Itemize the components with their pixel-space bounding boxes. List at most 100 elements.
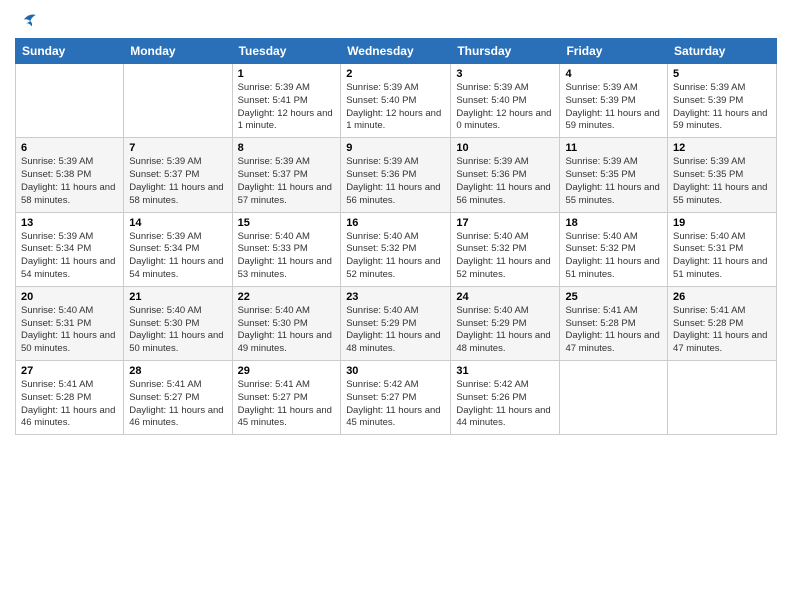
day-number: 18: [565, 217, 662, 229]
weekday-header-monday: Monday: [124, 39, 232, 64]
day-number: 8: [238, 142, 336, 154]
day-info: Sunrise: 5:39 AMSunset: 5:34 PMDaylight:…: [129, 231, 226, 282]
day-info: Sunrise: 5:41 AMSunset: 5:27 PMDaylight:…: [238, 379, 336, 430]
logo-bird-icon: [17, 10, 37, 30]
calendar-cell: 10 Sunrise: 5:39 AMSunset: 5:36 PMDayligh…: [451, 138, 560, 212]
day-number: 30: [346, 365, 445, 377]
calendar-cell: 31Sunrise: 5:42 AMSunset: 5:26 PMDayligh…: [451, 361, 560, 435]
day-number: 22: [238, 291, 336, 303]
day-number: 16: [346, 217, 445, 229]
calendar-cell: 24 Sunrise: 5:40 AMSunset: 5:29 PMDayligh…: [451, 286, 560, 360]
weekday-header-sunday: Sunday: [16, 39, 124, 64]
day-info: Sunrise: 5:40 AMSunset: 5:30 PMDaylight:…: [129, 305, 226, 356]
day-number: 28: [129, 365, 226, 377]
day-info: Sunrise: 5:40 AMSunset: 5:29 PMDaylight:…: [346, 305, 445, 356]
calendar-cell: [16, 64, 124, 138]
day-info: Sunrise: 5:40 AMSunset: 5:32 PMDaylight:…: [565, 231, 662, 282]
day-number: 2: [346, 68, 445, 80]
calendar-cell: 20 Sunrise: 5:40 AMSunset: 5:31 PMDayligh…: [16, 286, 124, 360]
calendar-cell: 23 Sunrise: 5:40 AMSunset: 5:29 PMDayligh…: [341, 286, 451, 360]
day-number: 24: [456, 291, 554, 303]
calendar-cell: 30 Sunrise: 5:42 AMSunset: 5:27 PMDayligh…: [341, 361, 451, 435]
day-number: 3: [456, 68, 554, 80]
day-number: 19: [673, 217, 771, 229]
weekday-header-tuesday: Tuesday: [232, 39, 341, 64]
day-number: 27: [21, 365, 118, 377]
day-info: Sunrise: 5:40 AMSunset: 5:31 PMDaylight:…: [21, 305, 118, 356]
day-info: Sunrise: 5:40 AMSunset: 5:32 PMDaylight:…: [456, 231, 554, 282]
calendar-cell: 7 Sunrise: 5:39 AMSunset: 5:37 PMDaylight…: [124, 138, 232, 212]
day-info: Sunrise: 5:39 AMSunset: 5:36 PMDaylight:…: [456, 156, 554, 207]
day-number: 15: [238, 217, 336, 229]
day-number: 14: [129, 217, 226, 229]
day-info: Sunrise: 5:39 AMSunset: 5:35 PMDaylight:…: [673, 156, 771, 207]
calendar-cell: 17 Sunrise: 5:40 AMSunset: 5:32 PMDayligh…: [451, 212, 560, 286]
weekday-header-saturday: Saturday: [668, 39, 777, 64]
day-info: Sunrise: 5:41 AMSunset: 5:27 PMDaylight:…: [129, 379, 226, 430]
day-number: 23: [346, 291, 445, 303]
day-info: Sunrise: 5:40 AMSunset: 5:29 PMDaylight:…: [456, 305, 554, 356]
calendar-cell: 19 Sunrise: 5:40 AMSunset: 5:31 PMDayligh…: [668, 212, 777, 286]
day-number: 12: [673, 142, 771, 154]
weekday-header-thursday: Thursday: [451, 39, 560, 64]
day-info: Sunrise: 5:41 AMSunset: 5:28 PMDaylight:…: [21, 379, 118, 430]
calendar-cell: 9Sunrise: 5:39 AMSunset: 5:36 PMDaylight…: [341, 138, 451, 212]
calendar-cell: 29 Sunrise: 5:41 AMSunset: 5:27 PMDayligh…: [232, 361, 341, 435]
logo: [15, 10, 37, 30]
calendar-cell: [124, 64, 232, 138]
day-number: 26: [673, 291, 771, 303]
day-info: Sunrise: 5:42 AMSunset: 5:27 PMDaylight:…: [346, 379, 445, 430]
day-info: Sunrise: 5:39 AMSunset: 5:39 PMDaylight:…: [565, 82, 662, 133]
calendar-cell: 28 Sunrise: 5:41 AMSunset: 5:27 PMDayligh…: [124, 361, 232, 435]
day-number: 20: [21, 291, 118, 303]
page-header: [15, 10, 777, 30]
calendar-cell: 4 Sunrise: 5:39 AMSunset: 5:39 PMDaylight…: [560, 64, 668, 138]
day-info: Sunrise: 5:39 AMSunset: 5:37 PMDaylight:…: [129, 156, 226, 207]
day-number: 10: [456, 142, 554, 154]
weekday-header-wednesday: Wednesday: [341, 39, 451, 64]
calendar-cell: [668, 361, 777, 435]
calendar-cell: 27 Sunrise: 5:41 AMSunset: 5:28 PMDayligh…: [16, 361, 124, 435]
day-info: Sunrise: 5:39 AMSunset: 5:40 PMDaylight:…: [456, 82, 554, 133]
calendar-cell: 25 Sunrise: 5:41 AMSunset: 5:28 PMDayligh…: [560, 286, 668, 360]
day-info: Sunrise: 5:40 AMSunset: 5:33 PMDaylight:…: [238, 231, 336, 282]
day-info: Sunrise: 5:41 AMSunset: 5:28 PMDaylight:…: [673, 305, 771, 356]
day-info: Sunrise: 5:40 AMSunset: 5:30 PMDaylight:…: [238, 305, 336, 356]
day-info: Sunrise: 5:39 AMSunset: 5:35 PMDaylight:…: [565, 156, 662, 207]
day-number: 1: [238, 68, 336, 80]
calendar-table: SundayMondayTuesdayWednesdayThursdayFrid…: [15, 38, 777, 435]
calendar-cell: 3 Sunrise: 5:39 AMSunset: 5:40 PMDaylight…: [451, 64, 560, 138]
day-number: 21: [129, 291, 226, 303]
calendar-cell: 11 Sunrise: 5:39 AMSunset: 5:35 PMDayligh…: [560, 138, 668, 212]
day-info: Sunrise: 5:39 AMSunset: 5:40 PMDaylight:…: [346, 82, 445, 133]
day-info: Sunrise: 5:39 AMSunset: 5:34 PMDaylight:…: [21, 231, 118, 282]
day-info: Sunrise: 5:39 AMSunset: 5:41 PMDaylight:…: [238, 82, 336, 133]
day-number: 25: [565, 291, 662, 303]
calendar-cell: 1 Sunrise: 5:39 AMSunset: 5:41 PMDaylight…: [232, 64, 341, 138]
day-number: 5: [673, 68, 771, 80]
day-info: Sunrise: 5:41 AMSunset: 5:28 PMDaylight:…: [565, 305, 662, 356]
day-number: 17: [456, 217, 554, 229]
day-number: 11: [565, 142, 662, 154]
day-number: 4: [565, 68, 662, 80]
day-info: Sunrise: 5:40 AMSunset: 5:32 PMDaylight:…: [346, 231, 445, 282]
calendar-cell: 15 Sunrise: 5:40 AMSunset: 5:33 PMDayligh…: [232, 212, 341, 286]
day-number: 6: [21, 142, 118, 154]
calendar-cell: 18 Sunrise: 5:40 AMSunset: 5:32 PMDayligh…: [560, 212, 668, 286]
day-number: 7: [129, 142, 226, 154]
calendar-cell: 6Sunrise: 5:39 AMSunset: 5:38 PMDaylight…: [16, 138, 124, 212]
calendar-cell: 13 Sunrise: 5:39 AMSunset: 5:34 PMDayligh…: [16, 212, 124, 286]
calendar-cell: 22 Sunrise: 5:40 AMSunset: 5:30 PMDayligh…: [232, 286, 341, 360]
day-number: 29: [238, 365, 336, 377]
calendar-cell: 26 Sunrise: 5:41 AMSunset: 5:28 PMDayligh…: [668, 286, 777, 360]
calendar-cell: 14 Sunrise: 5:39 AMSunset: 5:34 PMDayligh…: [124, 212, 232, 286]
weekday-header-friday: Friday: [560, 39, 668, 64]
day-number: 9: [346, 142, 445, 154]
calendar-cell: 5Sunrise: 5:39 AMSunset: 5:39 PMDaylight…: [668, 64, 777, 138]
calendar-cell: 16 Sunrise: 5:40 AMSunset: 5:32 PMDayligh…: [341, 212, 451, 286]
day-info: Sunrise: 5:40 AMSunset: 5:31 PMDaylight:…: [673, 231, 771, 282]
day-number: 13: [21, 217, 118, 229]
calendar-cell: 21 Sunrise: 5:40 AMSunset: 5:30 PMDayligh…: [124, 286, 232, 360]
calendar-cell: 2 Sunrise: 5:39 AMSunset: 5:40 PMDaylight…: [341, 64, 451, 138]
calendar-cell: [560, 361, 668, 435]
